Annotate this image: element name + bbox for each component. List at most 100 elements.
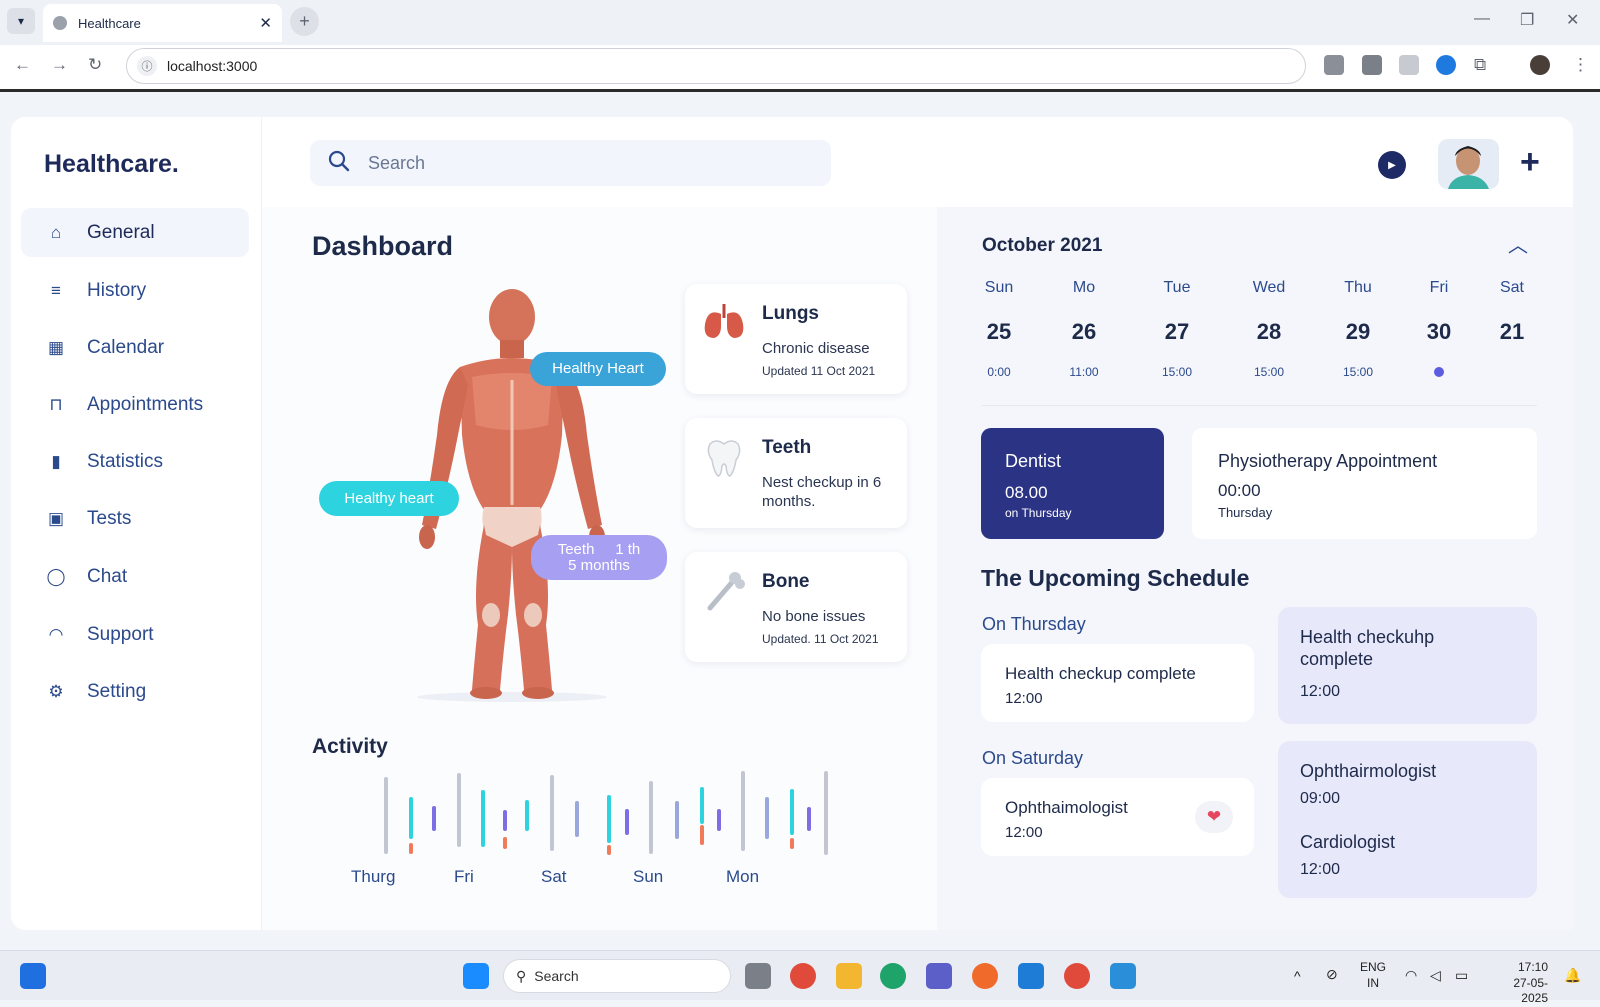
calendar-day-time: 15:00 [1253, 365, 1285, 379]
close-window-icon[interactable]: ✕ [1566, 10, 1579, 30]
nav-label: Calendar [87, 336, 165, 358]
appointment-card-physiotherapy[interactable]: Physiotherapy Appointment 00:00 Thursday [1192, 428, 1537, 539]
calendar-day-time: 15:00 [1342, 365, 1374, 379]
activity-day-label: Sat [541, 867, 567, 886]
widgets-icon[interactable] [20, 963, 46, 989]
tab-search-dropdown[interactable]: ▾ [7, 8, 35, 34]
taskbar-search-label: Search [534, 968, 579, 984]
organ-card-lungs[interactable]: Lungs Chronic disease Updated 11 Oct 202… [685, 284, 907, 394]
browser-tab[interactable]: Healthcare ✕ [43, 4, 282, 42]
nav-item-appointments[interactable]: ⊓ Appointments [21, 380, 249, 429]
nav-item-statistics[interactable]: ▮ Statistics [21, 437, 249, 486]
schedule-card-time: 12:00 [1005, 824, 1043, 841]
extensions-puzzle-icon[interactable]: ⧉ [1474, 55, 1486, 75]
edge-icon[interactable] [880, 963, 906, 989]
network-off-icon[interactable]: ⊘ [1326, 965, 1338, 983]
calendar-day-number[interactable]: 25 [969, 319, 1029, 345]
organ-title: Lungs [762, 303, 819, 324]
chat-icon: ◯ [46, 566, 66, 586]
schedule-card[interactable]: Health checkup complete 12:00 [981, 644, 1254, 722]
back-icon[interactable]: ← [14, 55, 31, 75]
wifi-icon[interactable]: ◠ [1405, 966, 1417, 984]
app-icon[interactable] [972, 963, 998, 989]
list-icon: ≡ [51, 280, 61, 300]
nav-item-chat[interactable]: ◯ Chat [21, 552, 249, 601]
volume-icon[interactable]: ◁ [1430, 966, 1441, 984]
appointment-title: Dentist [1005, 451, 1062, 471]
chrome-icon[interactable] [1064, 963, 1090, 989]
play-button[interactable]: ▶ [1378, 151, 1406, 179]
appointment-day: on Thursday [1005, 506, 1072, 520]
page-title: Dashboard [312, 231, 454, 261]
nav-item-tests[interactable]: ▣ Tests [21, 494, 249, 543]
search-placeholder: Search [368, 152, 426, 173]
heart-icon[interactable]: ❤ [1195, 801, 1233, 833]
tab-bar: ▾ Healthcare ✕ + — ❐ ✕ [0, 0, 1600, 42]
calendar-day-time: 15:00 [1161, 365, 1193, 379]
menu-kebab-icon[interactable]: ⋮ [1572, 55, 1589, 75]
extension-icon[interactable] [1324, 55, 1344, 75]
teams-icon[interactable] [926, 963, 952, 989]
lang-line2: IN [1367, 975, 1379, 990]
address-bar[interactable]: ⓘ localhost:3000 [126, 48, 1306, 84]
forward-icon[interactable]: → [51, 55, 68, 75]
calendar-day-number[interactable]: 30 [1409, 319, 1469, 345]
vscode-icon[interactable] [1018, 963, 1044, 989]
notification-bell-icon[interactable]: 🔔 [1564, 966, 1581, 984]
new-tab-button[interactable]: + [290, 7, 319, 36]
file-explorer-icon[interactable] [836, 963, 862, 989]
task-view-icon[interactable] [745, 963, 771, 989]
address-row: ← → ↻ ⓘ localhost:3000 ⧉ ⋮ [0, 45, 1600, 89]
restore-icon[interactable]: ❐ [1520, 10, 1534, 30]
chevron-up-icon[interactable]: ^ [1294, 967, 1301, 985]
organ-card-bone[interactable]: Bone No bone issues Updated. 11 Oct 2021 [685, 552, 907, 662]
calendar-day-number[interactable]: 29 [1328, 319, 1388, 345]
add-button[interactable]: + [1520, 143, 1540, 182]
nav-item-general[interactable]: ⌂ General [21, 208, 249, 257]
calendar-day-name: Sun [984, 279, 1014, 296]
schedule-card-time: 12:00 [1300, 861, 1341, 878]
globe-icon [53, 16, 67, 30]
battery-icon[interactable]: ▭ [1455, 966, 1468, 984]
extension-icon[interactable] [1399, 55, 1419, 75]
nav-label: General [87, 221, 155, 243]
taskbar-search[interactable]: ⚲ Search [503, 959, 731, 993]
language-indicator[interactable]: ENG IN [1360, 960, 1386, 991]
user-avatar[interactable] [1438, 139, 1499, 189]
schedule-card-title: Health checkuhp complete [1300, 627, 1435, 669]
nav-item-setting[interactable]: ⚙ Setting [21, 667, 249, 716]
organ-desc: Nest checkup in 6 months. [762, 474, 882, 510]
appointment-card-dentist[interactable]: Dentist 08.00 on Thursday [981, 428, 1164, 539]
extension-icon[interactable] [1362, 55, 1382, 75]
taskbar: ⚲ Search ^ ⊘ ENG IN ◠ ◁ ▭ 17:10 27-05-20… [0, 950, 1600, 1005]
nav-label: Statistics [87, 450, 164, 472]
start-windows-icon[interactable] [463, 963, 489, 989]
schedule-side-card[interactable]: Ophthairmologist 09:00 Cardiologist 12:0… [1278, 741, 1537, 898]
nav-item-support[interactable]: ◠ Support [21, 610, 249, 659]
search-input[interactable]: Search [310, 140, 831, 186]
schedule-card[interactable]: Ophthaimologist 12:00 ❤ [981, 778, 1254, 856]
app-icon[interactable] [1110, 963, 1136, 989]
calendar-day-number[interactable]: 26 [1054, 319, 1114, 345]
teeth-bubble: Teeth 1 th 5 months [531, 535, 667, 580]
schedule-side-card[interactable]: Health checkuhp complete 12:00 [1278, 607, 1537, 724]
organ-card-teeth[interactable]: Teeth Nest checkup in 6 months. [685, 418, 907, 528]
chevron-up-icon[interactable]: ︿ [1508, 229, 1528, 258]
nav-item-history[interactable]: ≡ History [21, 266, 249, 315]
headset-icon: ◠ [48, 624, 64, 644]
calendar-day-number[interactable]: 27 [1147, 319, 1207, 345]
reload-icon[interactable]: ↻ [88, 55, 102, 75]
schedule-day-label: On Saturday [982, 748, 1084, 768]
shazam-extension-icon[interactable] [1436, 55, 1456, 75]
nav-item-calendar[interactable]: ▦ Calendar [21, 323, 249, 372]
activity-title: Activity [312, 735, 388, 758]
close-tab-icon[interactable]: ✕ [259, 14, 272, 32]
calendar-day-number[interactable]: 21 [1482, 319, 1542, 345]
calendar-day-number[interactable]: 28 [1239, 319, 1299, 345]
profile-avatar-icon[interactable] [1530, 55, 1550, 75]
site-info-icon[interactable]: ⓘ [137, 56, 157, 76]
minimize-icon[interactable]: — [1474, 10, 1490, 28]
nav-label: Tests [87, 507, 132, 529]
tab-title: Healthcare [78, 15, 141, 31]
chrome-icon[interactable] [790, 963, 816, 989]
